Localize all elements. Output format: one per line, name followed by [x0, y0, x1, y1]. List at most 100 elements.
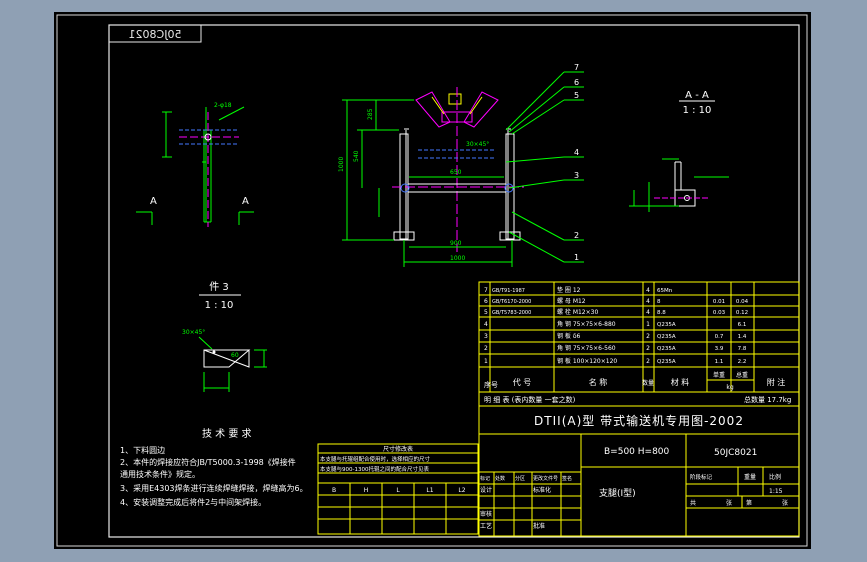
part-3-label: 件 3 [209, 281, 229, 293]
change-note-1: 本支腿与托辊组配合使用时，选择相应的尺寸 [320, 455, 431, 463]
tb-weight: 重量 [744, 473, 756, 481]
bom-cell: 4 [646, 298, 650, 305]
bom-rows: 7 GB/T91-1987 垫 圈 12 4 65Mn 6 GB/T6170-2000 螺 母… [484, 286, 749, 365]
bom-cell: 4 [646, 287, 650, 294]
balloon-1: 1 [574, 253, 579, 262]
tech-item-2b: 通用技术条件》规定。 [120, 469, 200, 479]
bom-cell: 4 [484, 321, 488, 328]
bom-cell: 0.7 [715, 334, 724, 340]
tb-change-no: 更改文件号 [533, 475, 558, 482]
change-header-l2: L2 [458, 487, 465, 494]
tb-sign: 签名 [562, 475, 572, 482]
tb-count: 处数 [495, 475, 505, 482]
title-block: DTII(A)型 带式输送机专用图-2002 B=500 H=800 50JC8… [478, 405, 800, 537]
bom-cell: GB/T5783-2000 [492, 310, 531, 316]
bom-cell: 2 [646, 345, 650, 352]
bom-header-qty: 数量 [642, 379, 654, 387]
tb-sheet: 张 [726, 499, 732, 507]
tb-of: 第 [746, 499, 752, 507]
bom-header-unit-wt: 单重 [713, 371, 725, 379]
bom-header-code: 代 号 [513, 377, 532, 387]
bevel-note-main: 30×45° [466, 141, 489, 148]
tb-mark: 标记 [480, 475, 490, 482]
balloon-5: 5 [574, 91, 579, 100]
bom-cell: 1.1 [715, 359, 724, 365]
bom-cell: 钢 板 100×120×120 [557, 357, 617, 365]
tech-item-3: 3、采用E4303焊条进行连续焊缝焊接，焊缝高为6。 [120, 483, 308, 493]
drawing-number: 50JC8021 [714, 448, 757, 458]
balloon-2: 2 [574, 231, 579, 240]
tb-scale-value: 1:15 [769, 488, 783, 495]
part-dim-60: 60 [231, 352, 239, 359]
bom-cell: 钢 板 δ6 [557, 332, 580, 340]
change-header-l1: L1 [426, 487, 433, 494]
part-bevel-note: 30×45° [182, 329, 205, 336]
bom-cell: 8.8 [657, 310, 666, 316]
part-3-detail: 件 3 1 : 10 30×45° 60 [182, 281, 267, 392]
tb-design: 设计 [480, 486, 492, 494]
tb-process: 工艺 [480, 522, 492, 530]
part-name: 支腿(I型) [599, 487, 636, 499]
bom-cell: 6 [484, 298, 488, 305]
bom-list-note: 明 细 表 (表内数量 一套之数) [484, 395, 576, 404]
bom-cell: 螺 母 M12 [557, 297, 586, 305]
part-3-scale: 1 : 10 [205, 300, 234, 311]
bom-cell: 1 [484, 358, 488, 365]
bom-total-weight: 总数量 17.7kg [744, 395, 791, 404]
bom-cell: 3.9 [715, 346, 724, 352]
bom-cell: Q235A [657, 359, 676, 365]
tech-requirements: 技 术 要 求 1、下料圆边 2、本件的焊接应符合JB/T5000.3-1998… [120, 427, 308, 507]
bill-of-materials: 序号 代 号 名 称 数量 材 料 单重 总重 kg 附 注 7 GB/T91-1… [478, 281, 800, 407]
tb-zone: 分区 [515, 475, 525, 482]
bom-header-name: 名 称 [589, 377, 608, 387]
bom-cell: 角 钢 75×75×6-880 [557, 320, 616, 328]
tb-approve: 批准 [533, 522, 545, 530]
tech-item-2: 2、本件的焊接应符合JB/T5000.3-1998《焊接件 [120, 457, 296, 467]
balloon-7: 7 [574, 63, 579, 72]
size-change-table: 尺寸修改表 本支腿与托辊组配合使用时，选择相应的尺寸 本支腿与900-1300托… [317, 443, 479, 535]
tech-heading: 技 术 要 求 [202, 427, 252, 440]
side-view: A A 2-φ18 [136, 102, 254, 227]
bom-cell: GB/T6170-2000 [492, 299, 531, 305]
tech-item-1: 1、下料圆边 [120, 445, 165, 455]
section-a-a-scale: 1 : 10 [683, 105, 712, 116]
bom-cell: 2 [646, 358, 650, 365]
bom-cell: 螺 栓 M12×30 [557, 308, 598, 316]
bom-cell: 7.8 [738, 346, 747, 352]
dim-650: 650 [450, 169, 462, 176]
bom-cell: 1.4 [738, 334, 747, 340]
spec-text: B=500 H=800 [604, 447, 670, 457]
bom-unit-kg: kg [726, 384, 733, 391]
bom-cell: 6.1 [738, 322, 747, 328]
tech-item-4: 4、安装调整完成后将件2与中间架焊接。 [120, 497, 266, 507]
bom-cell: 垫 圈 12 [557, 286, 581, 294]
dim-1000-vertical: 1000 [338, 157, 345, 172]
bom-cell: 5 [484, 309, 488, 316]
section-mark-left: A [150, 196, 157, 207]
dim-540: 540 [353, 150, 360, 162]
change-table-title: 尺寸修改表 [383, 445, 413, 453]
tb-sheet-2: 张 [782, 499, 788, 507]
tb-review: 审核 [480, 510, 492, 518]
dim-285: 285 [367, 108, 374, 120]
bom-cell: 0.01 [713, 299, 725, 305]
drawing-sheet: 50JC8021 A A 2-φ18 1000 540 285 650 900 … [54, 12, 811, 549]
bom-cell: 0.03 [713, 310, 726, 316]
change-header-b: B [332, 487, 336, 494]
bom-cell: 2 [646, 333, 650, 340]
bom-header-total-wt: 总重 [736, 371, 748, 379]
dim-900: 900 [450, 240, 462, 247]
bom-cell: Q235A [657, 334, 676, 340]
balloon-6: 6 [574, 78, 579, 87]
bom-cell: Q235A [657, 346, 676, 352]
bom-cell: 3 [484, 333, 488, 340]
bom-cell: 8 [657, 299, 661, 305]
cad-drawing: 50JC8021 A A 2-φ18 1000 540 285 650 900 … [56, 14, 808, 547]
balloon-3: 3 [574, 171, 579, 180]
section-mark-right: A [242, 196, 249, 207]
hole-note: 2-φ18 [214, 102, 232, 109]
tb-scale: 比例 [769, 473, 781, 481]
section-a-a-label: A - A [685, 90, 709, 101]
tb-sheets: 共 [690, 499, 696, 507]
balloon-4: 4 [574, 148, 579, 157]
